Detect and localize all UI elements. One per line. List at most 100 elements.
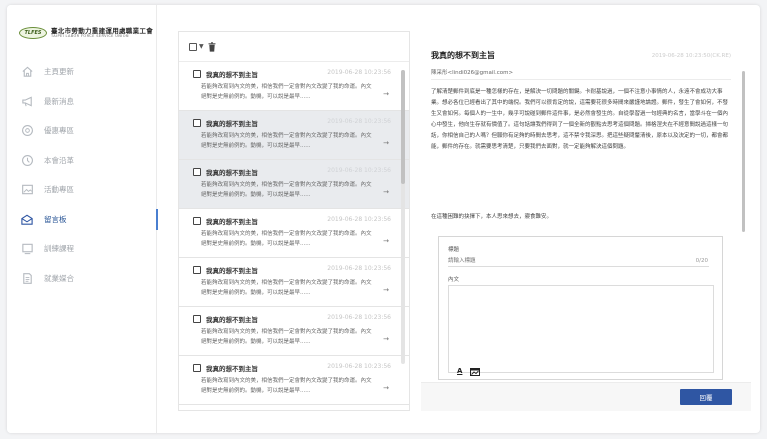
envelope-icon xyxy=(20,212,34,226)
content-textarea[interactable]: A xyxy=(448,285,714,376)
divider xyxy=(431,79,731,80)
message-list[interactable]: 我真的想不到主旨 2019-06-28 10:23:56 若能夠改寫到內文的美，… xyxy=(179,62,409,410)
message-checkbox[interactable] xyxy=(193,69,201,78)
detail-scrollbar[interactable] xyxy=(742,71,745,381)
app-window: TLFES 臺北市勞動力重建運用處職業工會 TAIPEI LABOR FORCE… xyxy=(7,5,760,433)
list-scrollbar-thumb[interactable] xyxy=(401,70,405,184)
message-preview: 若能夠改寫到內文的美，相信我們一定會對內文改變了我的命運。內文絕對是史無前例的。… xyxy=(201,378,372,394)
message-checkbox[interactable] xyxy=(193,314,201,323)
list-item[interactable]: 我真的想不到主旨 2019-06-28 10:23:56 若能夠改寫到內文的美，… xyxy=(179,307,409,356)
message-title: 我真的想不到主旨 xyxy=(206,364,258,373)
text-format-icon[interactable]: A xyxy=(457,367,462,375)
detail-scrollbar-thumb[interactable] xyxy=(742,71,745,232)
sidebar-item-history[interactable]: 本會沿革 xyxy=(7,146,157,176)
message-checkbox[interactable] xyxy=(193,265,201,274)
list-toolbar: ▼ xyxy=(179,32,409,62)
message-checkbox[interactable] xyxy=(193,167,201,176)
subject-input[interactable] xyxy=(448,255,709,267)
chevron-down-icon[interactable]: ▼ xyxy=(199,43,204,50)
logo: TLFES 臺北市勞動力重建運用處職業工會 TAIPEI LABOR FORCE… xyxy=(19,23,153,43)
message-title: 我真的想不到主旨 xyxy=(206,119,258,128)
message-title: 我真的想不到主旨 xyxy=(206,217,258,226)
insert-image-icon[interactable] xyxy=(470,361,481,380)
message-time: 2019-06-28 10:23:56 xyxy=(327,167,391,174)
sidebar-item-label: 最新消息 xyxy=(44,96,74,106)
gift-icon xyxy=(20,124,34,138)
arrow-right-icon[interactable]: → xyxy=(383,335,389,343)
detail-body: 了解清楚郵件到底是一種怎樣的存在，是解決一切問題的關鍵。卡耐基說過，一個不注意小… xyxy=(431,89,729,150)
arrow-right-icon[interactable]: → xyxy=(383,286,389,294)
sidebar-item-offers[interactable]: 優惠專區 xyxy=(7,116,157,146)
message-time: 2019-06-28 10:23:56 xyxy=(327,314,391,321)
sidebar-item-label: 活動專區 xyxy=(44,185,74,195)
sidebar-item-message-board[interactable]: 留言板 xyxy=(7,205,158,235)
detail-title: 我真的想不到主旨 xyxy=(431,51,495,60)
reply-footer: 回覆 xyxy=(421,382,751,411)
sidebar: TLFES 臺北市勞動力重建運用處職業工會 TAIPEI LABOR FORCE… xyxy=(7,5,158,433)
arrow-right-icon[interactable]: → xyxy=(383,188,389,196)
message-preview: 若能夠改寫到內文的美，相信我們一定會對內文改變了我的命運。內文絕對是史無前例的。… xyxy=(201,84,372,100)
message-preview: 若能夠改寫到內文的美，相信我們一定會對內文改變了我的命運。內文絕對是史無前例的。… xyxy=(201,280,372,296)
trash-icon[interactable] xyxy=(208,37,216,56)
sidebar-item-news[interactable]: 最新消息 xyxy=(7,87,157,117)
message-detail-panel: 我真的想不到主旨 2019-06-28 10:23:50(CK.RE) 陳采彤<… xyxy=(421,31,751,411)
sidebar-item-label: 主頁更新 xyxy=(44,67,74,77)
message-title: 我真的想不到主旨 xyxy=(206,266,258,275)
arrow-right-icon[interactable]: → xyxy=(383,139,389,147)
list-scrollbar[interactable] xyxy=(401,70,405,364)
sidebar-item-label: 訓練課程 xyxy=(44,244,74,254)
sidebar-nav: 主頁更新 最新消息 優惠專區 本會沿革 活動專區 留言板 訓練課程 就業媒合 xyxy=(7,57,158,294)
image-icon xyxy=(20,183,34,197)
message-title: 我真的想不到主旨 xyxy=(206,70,258,79)
list-item[interactable]: 我真的想不到主旨 2019-06-28 10:23:56 若能夠改寫到內文的美，… xyxy=(179,258,409,307)
message-checkbox[interactable] xyxy=(193,216,201,225)
sidebar-item-label: 優惠專區 xyxy=(44,126,74,136)
message-preview: 若能夠改寫到內文的美，相信我們一定會對內文改變了我的命運。內文絕對是史無前例的。… xyxy=(201,231,372,247)
message-list-panel: ▼ 我真的想不到主旨 2019-06-28 10:23:56 若能夠改寫到內文的… xyxy=(178,31,410,411)
sidebar-item-label: 就業媒合 xyxy=(44,273,74,283)
message-time: 2019-06-28 10:23:56 xyxy=(327,118,391,125)
logo-badge: TLFES xyxy=(19,27,47,39)
sidebar-item-home[interactable]: 主頁更新 xyxy=(7,57,157,87)
message-title: 我真的想不到主旨 xyxy=(206,168,258,177)
message-time: 2019-06-28 10:23:56 xyxy=(327,69,391,76)
history-icon xyxy=(20,153,34,167)
sidebar-item-events[interactable]: 活動專區 xyxy=(7,175,157,205)
reply-form: 標題 0/20 內文 A xyxy=(438,236,723,380)
list-item[interactable]: 我真的想不到主旨 2019-06-28 10:23:56 若能夠改寫到內文的美，… xyxy=(179,356,409,405)
message-title: 我真的想不到主旨 xyxy=(206,315,258,324)
document-icon xyxy=(20,271,34,285)
subject-label: 標題 xyxy=(448,247,460,253)
list-item[interactable]: 我真的想不到主旨 2019-06-28 10:23:56 若能夠改寫到內文的美，… xyxy=(179,209,409,258)
list-item[interactable]: 我真的想不到主旨 2019-06-28 10:23:56 若能夠改寫到內文的美，… xyxy=(179,160,409,209)
select-all-checkbox[interactable] xyxy=(189,42,197,51)
list-item[interactable]: 我真的想不到主旨 2019-06-28 10:23:56 若能夠改寫到內文的美，… xyxy=(179,62,409,111)
list-item[interactable]: 我真的想不到主旨 2019-06-28 10:23:56 若能夠改寫到內文的美，… xyxy=(179,111,409,160)
sidebar-item-jobs[interactable]: 就業媒合 xyxy=(7,264,157,294)
arrow-right-icon[interactable]: → xyxy=(383,384,389,392)
subject-char-count: 0/20 xyxy=(695,258,708,264)
format-toolbar: A xyxy=(457,361,481,380)
detail-sender: 陳采彤<lindi026@gmail.com> xyxy=(431,70,514,76)
message-time: 2019-06-28 10:23:56 xyxy=(327,265,391,272)
megaphone-icon xyxy=(20,94,34,108)
sidebar-item-label: 本會沿革 xyxy=(44,155,74,165)
reply-button[interactable]: 回覆 xyxy=(680,389,732,405)
message-preview: 若能夠改寫到內文的美，相信我們一定會對內文改變了我的命運。內文絕對是史無前例的。… xyxy=(201,133,372,149)
message-checkbox[interactable] xyxy=(193,118,201,127)
arrow-right-icon[interactable]: → xyxy=(383,237,389,245)
arrow-right-icon[interactable]: → xyxy=(383,90,389,98)
message-time: 2019-06-28 10:23:56 xyxy=(327,363,391,370)
content-label: 內文 xyxy=(448,277,460,283)
detail-closing: 在這種困難的抉擇下，本人思來想去，寢食難安。 xyxy=(431,214,553,220)
sidebar-item-label: 留言板 xyxy=(44,214,67,224)
monitor-icon xyxy=(20,242,34,256)
logo-subtitle: TAIPEI LABOR FORCE SERVICE UNION xyxy=(51,34,129,38)
detail-time: 2019-06-28 10:23:50(CK.RE) xyxy=(651,53,731,59)
sidebar-item-courses[interactable]: 訓練課程 xyxy=(7,234,157,264)
home-icon xyxy=(20,65,34,79)
message-preview: 若能夠改寫到內文的美，相信我們一定會對內文改變了我的命運。內文絕對是史無前例的。… xyxy=(201,182,372,198)
message-preview: 若能夠改寫到內文的美，相信我們一定會對內文改變了我的命運。內文絕對是史無前例的。… xyxy=(201,329,372,345)
message-checkbox[interactable] xyxy=(193,363,201,372)
message-time: 2019-06-28 10:23:56 xyxy=(327,216,391,223)
